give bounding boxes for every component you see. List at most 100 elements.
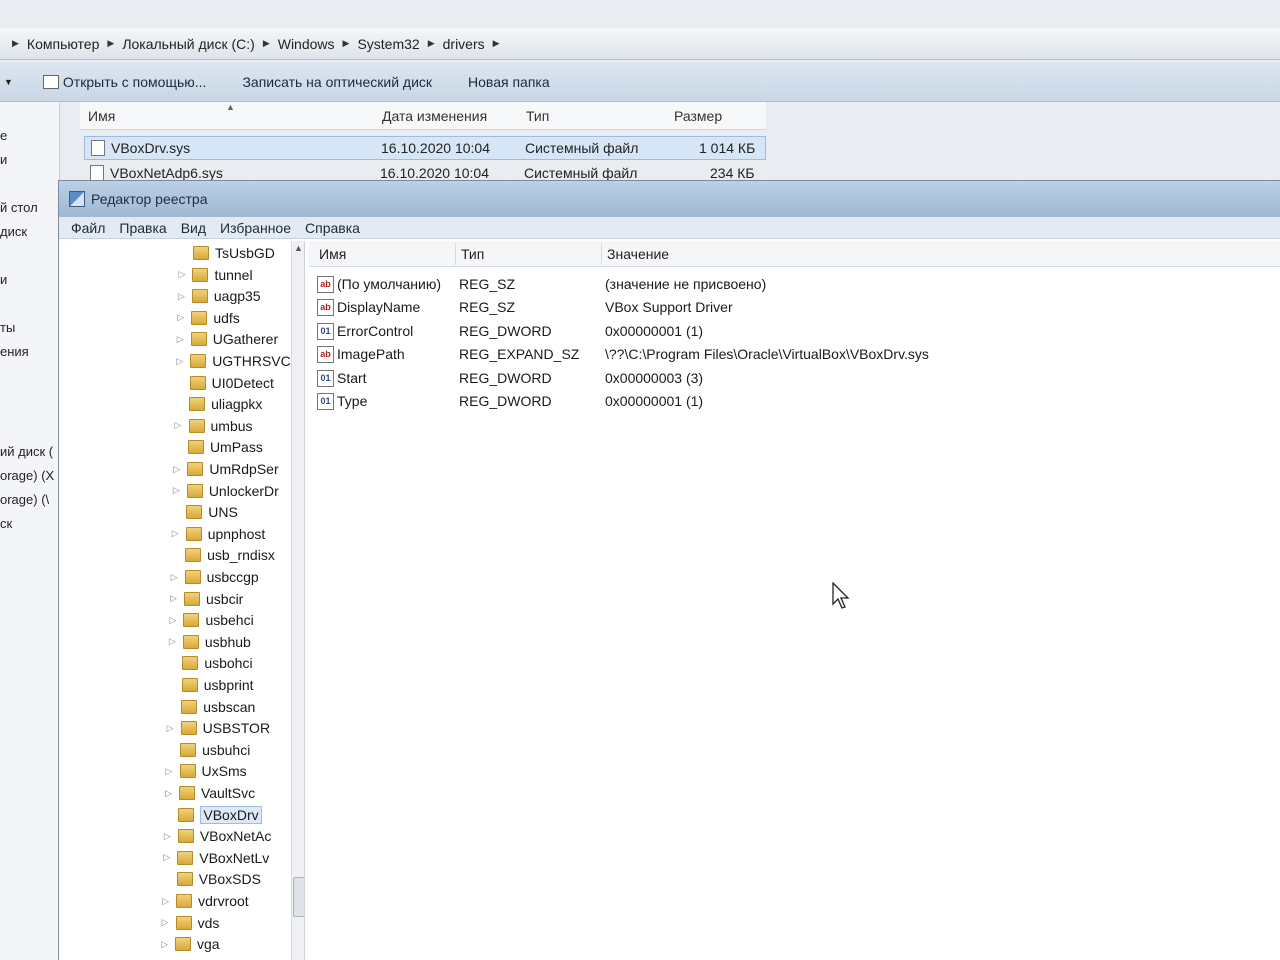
expand-arrow-icon[interactable]: ▷: [162, 896, 172, 907]
nav-item[interactable]: ения: [0, 344, 29, 359]
file-row[interactable]: VBoxDrv.sys 16.10.2020 10:04 Системный ф…: [84, 136, 766, 160]
menu-file[interactable]: Файл: [71, 220, 105, 236]
tree-key-item[interactable]: ▷ VBoxNetAc: [164, 826, 272, 846]
tree-key-item[interactable]: ▷ umbus: [175, 416, 253, 436]
open-with-button[interactable]: Открыть с помощью...: [42, 74, 206, 90]
menu-view[interactable]: Вид: [181, 220, 206, 236]
chevron-down-icon[interactable]: ▼: [4, 77, 13, 87]
expand-arrow-icon[interactable]: ▷: [177, 334, 187, 345]
nav-item[interactable]: диск: [0, 224, 27, 239]
column-divider[interactable]: [601, 243, 602, 265]
expand-arrow-icon[interactable]: ▷: [165, 788, 175, 799]
nav-item[interactable]: ий диск (: [0, 444, 53, 459]
expand-arrow-icon[interactable]: ▷: [163, 852, 173, 863]
tree-key-item[interactable]: VBoxSDS: [163, 869, 261, 889]
tree-key-item[interactable]: ▷ VaultSvc: [165, 783, 255, 803]
value-row[interactable]: ab ImagePath REG_EXPAND_SZ \??\C:\Program F…: [309, 343, 1280, 366]
tree-key-item[interactable]: usbprint: [168, 675, 254, 695]
tree-key-item[interactable]: ▷ vga: [161, 934, 220, 954]
tree-key-item[interactable]: UI0Detect: [176, 373, 274, 393]
tree-key-item[interactable]: ▷ UxSms: [166, 761, 247, 781]
tree-key-item[interactable]: ▷ vdrvroot: [162, 891, 249, 911]
tree-key-item[interactable]: UmPass: [174, 437, 263, 457]
expand-arrow-icon[interactable]: ▷: [177, 312, 187, 323]
expand-arrow-icon[interactable]: ▷: [178, 291, 188, 302]
value-row[interactable]: 01 ErrorControl REG_DWORD 0x00000001 (1): [309, 320, 1280, 343]
expand-arrow-icon[interactable]: ▷: [170, 593, 180, 604]
address-bar[interactable]: ▶ Компьютер ▶ Локальный диск (C:) ▶ Wind…: [0, 28, 1280, 60]
tree-key-item[interactable]: usbuhci: [166, 740, 250, 760]
menu-favorites[interactable]: Избранное: [220, 220, 291, 236]
tree-key-item[interactable]: ▷ UnlockerDr: [173, 481, 279, 501]
tree-key-item[interactable]: ▷ upnphost: [172, 524, 266, 544]
breadcrumb-drivers[interactable]: drivers: [443, 36, 485, 52]
nav-item[interactable]: й стол: [0, 200, 38, 215]
tree-scrollbar[interactable]: ▲: [291, 241, 304, 960]
breadcrumb-windows[interactable]: Windows: [278, 36, 335, 52]
nav-item[interactable]: orage) (X: [0, 468, 54, 483]
expand-arrow-icon[interactable]: ▷: [162, 917, 172, 928]
tree-key-item[interactable]: ▷ UGTHRSVC: [176, 351, 291, 371]
tree-key-item[interactable]: ▷ usbhub: [169, 632, 251, 652]
scroll-up-icon[interactable]: ▲: [294, 243, 303, 253]
tree-key-item[interactable]: ▷ udfs: [177, 308, 239, 328]
expand-arrow-icon[interactable]: ▷: [167, 723, 177, 734]
column-divider[interactable]: [455, 243, 456, 265]
expand-arrow-icon[interactable]: ▷: [169, 615, 179, 626]
nav-item[interactable]: и: [0, 272, 7, 287]
value-row[interactable]: ab DisplayName REG_SZ VBox Support Driver: [309, 296, 1280, 319]
expand-arrow-icon[interactable]: ▷: [161, 939, 171, 950]
breadcrumb-computer[interactable]: Компьютер: [27, 36, 99, 52]
expand-arrow-icon[interactable]: ▷: [164, 831, 174, 842]
tree-key-item[interactable]: ▷ UGatherer: [177, 329, 278, 349]
expand-arrow-icon[interactable]: ▷: [175, 420, 185, 431]
nav-item[interactable]: е: [0, 128, 7, 143]
column-header-type[interactable]: Тип: [461, 246, 484, 262]
tree-key-item[interactable]: ▷ usbehci: [169, 610, 253, 630]
menu-edit[interactable]: Правка: [119, 220, 166, 236]
value-row[interactable]: ab (По умолчанию) REG_SZ (значение не присв…: [309, 273, 1280, 296]
tree-key-item[interactable]: TsUsbGD: [179, 243, 275, 263]
key-tree[interactable]: ▲ TsUsbGD ▷ tunnel ▷ uagp35 ▷ udfs ▷ UGatherer ▷ U…: [65, 241, 305, 960]
breadcrumb-local-disk[interactable]: Локальный диск (C:): [122, 36, 255, 52]
value-row[interactable]: 01 Start REG_DWORD 0x00000003 (3): [309, 367, 1280, 390]
expand-arrow-icon[interactable]: ▷: [166, 766, 176, 777]
expand-arrow-icon[interactable]: ▷: [169, 636, 179, 647]
title-bar[interactable]: Редактор реестра: [59, 181, 1280, 217]
breadcrumb-system32[interactable]: System32: [357, 36, 419, 52]
tree-key-item[interactable]: uliagpkx: [175, 394, 262, 414]
tree-key-item[interactable]: VBoxDrv: [164, 805, 262, 825]
tree-key-item[interactable]: usb_rndisx: [171, 545, 275, 565]
expand-arrow-icon[interactable]: ▷: [178, 269, 188, 280]
tree-key-item[interactable]: ▷ usbcir: [170, 589, 243, 609]
tree-key-item[interactable]: UNS: [172, 502, 238, 522]
expand-arrow-icon[interactable]: ▷: [172, 528, 182, 539]
tree-key-item[interactable]: ▷ usbccgp: [171, 567, 259, 587]
nav-item[interactable]: orage) (\: [0, 492, 49, 507]
nav-item[interactable]: ты: [0, 320, 15, 335]
menu-help[interactable]: Справка: [305, 220, 360, 236]
nav-item[interactable]: ск: [0, 516, 12, 531]
tree-key-item[interactable]: ▷ uagp35: [178, 286, 261, 306]
expand-arrow-icon[interactable]: ▷: [173, 485, 183, 496]
tree-key-item[interactable]: usbscan: [167, 697, 255, 717]
column-header-date[interactable]: Дата изменения: [382, 108, 487, 124]
expand-arrow-icon[interactable]: ▷: [171, 572, 181, 583]
burn-disc-button[interactable]: Записать на оптический диск: [242, 74, 432, 90]
tree-key-item[interactable]: ▷ UmRdpSer: [173, 459, 278, 479]
tree-key-item[interactable]: usbohci: [168, 653, 253, 673]
tree-key-item[interactable]: ▷ tunnel: [178, 265, 252, 285]
scroll-thumb[interactable]: [293, 877, 304, 917]
column-header-value[interactable]: Значение: [607, 246, 669, 262]
expand-arrow-icon[interactable]: ▷: [173, 464, 183, 475]
nav-item[interactable]: и: [0, 152, 7, 167]
expand-arrow-icon[interactable]: ▷: [176, 356, 186, 367]
tree-key-item[interactable]: ▷ vds: [162, 913, 220, 933]
column-header-name[interactable]: Имя: [88, 108, 115, 124]
column-header-size[interactable]: Размер: [674, 108, 722, 124]
value-row[interactable]: 01 Type REG_DWORD 0x00000001 (1): [309, 390, 1280, 413]
column-header-type[interactable]: Тип: [526, 108, 549, 124]
tree-key-item[interactable]: ▷ VBoxNetLv: [163, 848, 269, 868]
tree-key-item[interactable]: ▷ USBSTOR: [167, 718, 270, 738]
new-folder-button[interactable]: Новая папка: [468, 74, 550, 90]
